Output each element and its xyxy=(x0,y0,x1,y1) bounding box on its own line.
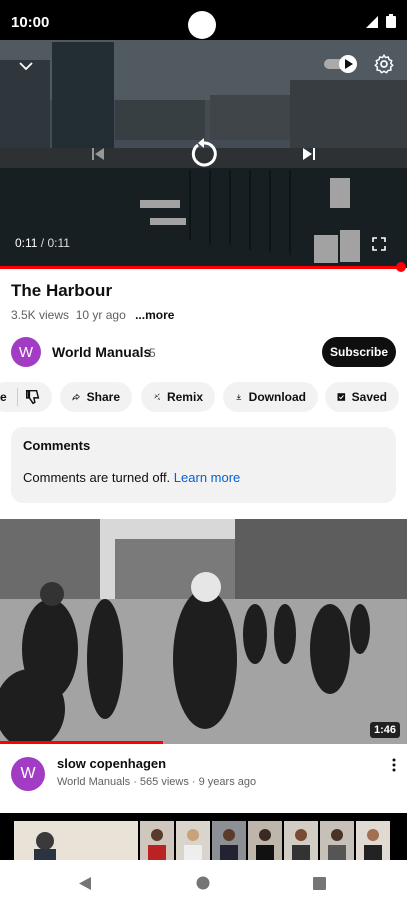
view-count: 3.5K views xyxy=(11,308,70,322)
saved-label: Saved xyxy=(351,390,387,404)
share-button[interactable]: Share xyxy=(60,382,132,412)
camera-cutout xyxy=(188,11,216,39)
video-meta: 3.5K views 10 yr ago ...more xyxy=(11,308,174,322)
download-label: Download xyxy=(248,390,306,404)
total-time: 0:11 xyxy=(47,236,70,250)
recommended-title[interactable]: slow copenhagen xyxy=(57,756,166,771)
next-button[interactable] xyxy=(297,142,321,166)
like-chip-partial-label: e xyxy=(0,390,7,404)
scrubber-handle[interactable] xyxy=(396,262,406,272)
replay-icon xyxy=(191,138,217,167)
previous-button[interactable] xyxy=(86,142,110,166)
like-dislike-chip[interactable]: e xyxy=(0,382,52,412)
battery-icon xyxy=(386,14,396,28)
download-icon xyxy=(236,394,242,400)
timecode: 0:11 / 0:11 xyxy=(15,236,70,250)
video-player[interactable]: 0:11 / 0:11 xyxy=(0,40,407,268)
skip-next-icon xyxy=(303,148,315,160)
watched-progress-bar xyxy=(0,741,163,744)
more-options-button[interactable] xyxy=(388,757,400,773)
action-chips: e Share Remix Download Saved xyxy=(0,382,407,412)
settings-button[interactable] xyxy=(372,52,396,76)
channel-name[interactable]: World Manuals xyxy=(52,344,151,360)
comments-status: Comments are turned off. Learn more xyxy=(23,470,240,485)
remix-icon xyxy=(154,393,160,401)
share-label: Share xyxy=(86,390,120,404)
subscriber-count: 5 xyxy=(149,346,156,360)
recents-icon[interactable] xyxy=(313,877,326,890)
home-icon[interactable] xyxy=(196,876,210,890)
collapse-player-button[interactable] xyxy=(15,55,37,77)
upload-age: 10 yr ago xyxy=(75,308,126,322)
current-time: 0:11 xyxy=(15,236,38,250)
download-button[interactable]: Download xyxy=(223,382,318,412)
recommended-meta: World Manuals · 565 views · 9 years ago xyxy=(57,776,257,788)
comments-heading: Comments xyxy=(23,438,91,453)
next-video-thumbnail[interactable] xyxy=(0,813,407,860)
learn-more-link[interactable]: Learn more xyxy=(174,470,240,485)
saved-playlist-icon xyxy=(337,393,346,401)
signal-icon xyxy=(366,15,378,28)
skip-previous-icon xyxy=(92,148,104,160)
more-vert-icon xyxy=(392,758,396,772)
remix-button[interactable]: Remix xyxy=(141,382,215,412)
fullscreen-button[interactable] xyxy=(370,235,388,253)
recommended-thumbnail[interactable] xyxy=(0,519,407,744)
dislike-icon[interactable] xyxy=(24,388,42,406)
video-title: The Harbour xyxy=(11,281,113,300)
channel-avatar[interactable]: W xyxy=(11,337,41,367)
fullscreen-icon xyxy=(372,237,386,251)
time-separator: / xyxy=(37,236,48,250)
thumbnail-street-scene xyxy=(0,519,407,744)
status-bar: 10:00 xyxy=(0,0,407,40)
video-duration-badge: 1:46 xyxy=(369,722,400,738)
comments-panel: Comments Comments are turned off. Learn … xyxy=(11,427,396,503)
chevron-down-icon xyxy=(19,62,33,71)
gear-icon xyxy=(374,53,394,74)
thumbnail-video-call-grid xyxy=(14,821,390,860)
more-link[interactable]: ...more xyxy=(135,308,174,322)
recommended-channel-avatar[interactable]: W xyxy=(11,757,45,791)
playback-progress-bar[interactable] xyxy=(0,266,400,269)
autoplay-toggle[interactable] xyxy=(323,53,359,75)
chip-divider xyxy=(16,388,18,406)
autoplay-play-icon xyxy=(324,55,357,73)
replay-button[interactable] xyxy=(186,135,222,171)
share-icon xyxy=(72,393,80,401)
back-icon[interactable] xyxy=(78,876,92,891)
status-time: 10:00 xyxy=(11,14,50,31)
remix-label: Remix xyxy=(166,390,203,404)
subscribe-button[interactable]: Subscribe xyxy=(322,337,396,367)
saved-button[interactable]: Saved xyxy=(325,382,399,412)
comments-off-text: Comments are turned off. xyxy=(23,470,171,485)
status-icons xyxy=(365,14,397,29)
system-navigation-bar xyxy=(0,860,407,906)
